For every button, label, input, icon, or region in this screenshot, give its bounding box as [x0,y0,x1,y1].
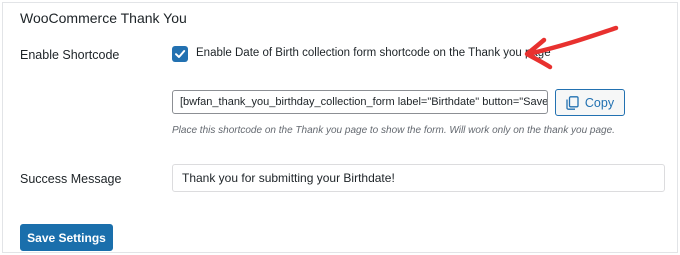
section-title: WooCommerce Thank You [20,10,187,26]
annotation-arrow-icon [524,25,619,70]
shortcode-field[interactable]: [bwfan_thank_you_birthday_collection_for… [172,90,548,114]
shortcode-help-text: Place this shortcode on the Thank you pa… [172,125,615,136]
enable-shortcode-checkbox[interactable] [172,46,188,62]
enable-shortcode-label: Enable Shortcode [20,48,120,62]
success-message-label: Success Message [20,172,122,186]
enable-shortcode-checkbox-label[interactable]: Enable Date of Birth collection form sho… [196,47,551,59]
save-settings-button[interactable]: Save Settings [20,224,113,251]
checkmark-icon [175,50,186,58]
copy-button[interactable]: Copy [555,89,625,116]
copy-button-label: Copy [584,95,615,110]
copy-icon [566,95,579,110]
success-message-field[interactable]: Thank you for submitting your Birthdate! [172,164,665,192]
